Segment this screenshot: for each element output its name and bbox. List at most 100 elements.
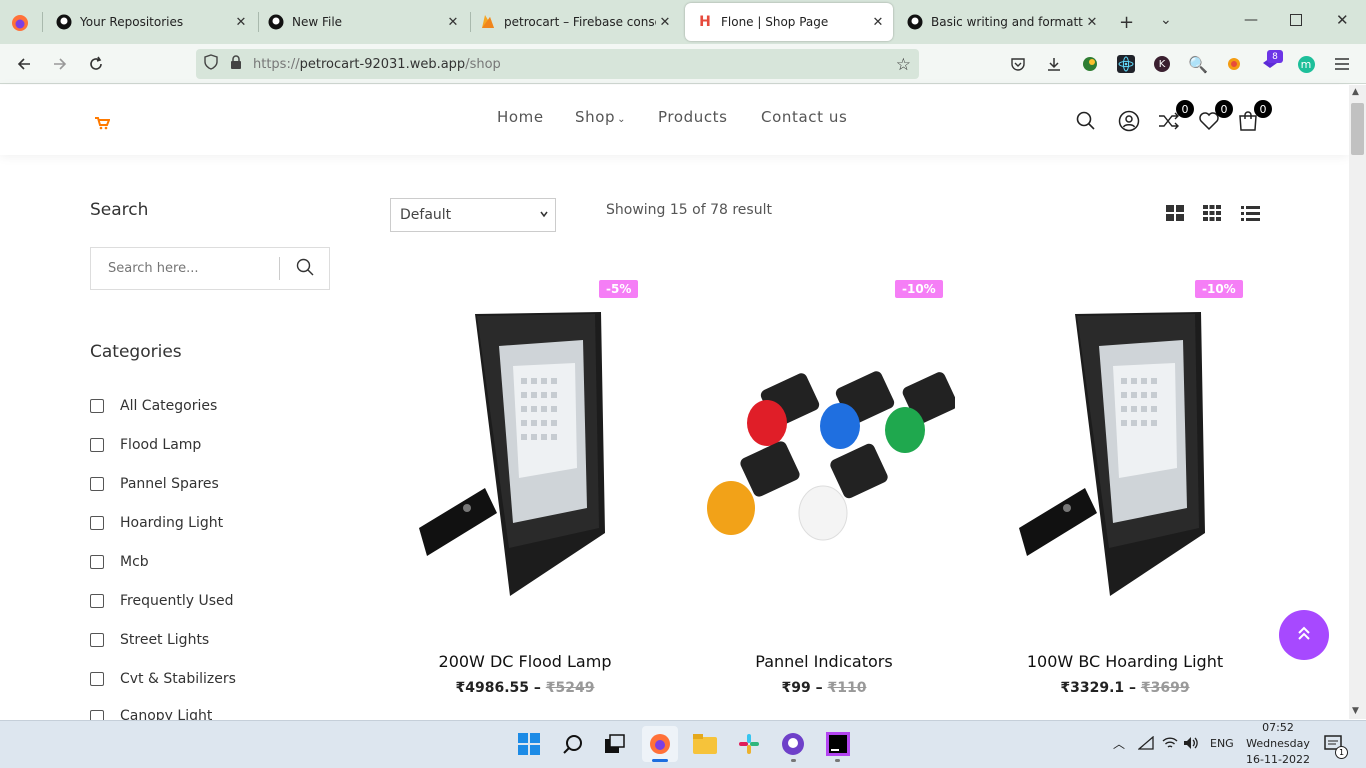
pocket-icon[interactable] [1006,52,1030,76]
file-explorer-icon[interactable] [687,726,723,762]
product-card[interactable]: -10% 100W BC Hoarding Light ₹3329.1 – ₹3… [990,268,1260,708]
sort-select[interactable]: Default [390,198,556,232]
page-scrollbar[interactable] [1349,85,1366,719]
category-item[interactable]: Hoarding Light [90,512,223,534]
tab-basic-writing[interactable]: Basic writing and formatting ✕ [895,4,1107,40]
product-name[interactable]: 100W BC Hoarding Light [975,652,1275,671]
network-icon[interactable] [1137,735,1154,753]
magnifier-extension-icon[interactable]: 🔍 [1186,52,1210,76]
firefox-menu-icon[interactable] [10,13,30,33]
search-submit-icon[interactable] [296,258,314,280]
hoarding-light-image[interactable] [1015,308,1215,602]
nav-shop[interactable]: Shop ⌄ [575,108,626,126]
close-tab-icon[interactable]: ✕ [232,15,250,30]
extension-globe-icon[interactable] [1078,52,1102,76]
category-checkbox[interactable] [90,438,104,452]
close-tab-icon[interactable]: ✕ [869,15,887,30]
category-checkbox[interactable] [90,594,104,608]
bookmark-star-icon[interactable]: ☆ [896,55,911,75]
react-devtools-icon[interactable] [1114,52,1138,76]
category-item[interactable]: Cvt & Stabilizers [90,668,236,690]
flood-lamp-image[interactable] [415,308,615,602]
language-indicator[interactable]: ENG [1210,737,1234,750]
list-view-icon[interactable] [1241,206,1260,225]
back-icon[interactable] [12,52,36,76]
site-logo-cart-icon[interactable] [94,115,111,134]
product-name[interactable]: 200W DC Flood Lamp [375,652,675,671]
tab-your-repositories[interactable]: Your Repositories ✕ [44,4,256,40]
categories-title: Categories [90,342,182,362]
phpstorm-icon[interactable] [820,726,856,762]
taskbar-search-icon[interactable] [555,726,591,762]
product-card[interactable]: -5% 200W DC Flood Lamp ₹4986.55 – ₹5249 [390,268,660,708]
category-item[interactable]: Mcb [90,551,149,573]
category-item[interactable]: Pannel Spares [90,473,219,495]
volume-icon[interactable] [1183,736,1199,753]
list-tabs-icon[interactable]: ⌄ [1160,12,1172,28]
nav-home[interactable]: Home [497,108,544,126]
task-view-icon[interactable] [597,726,633,762]
category-checkbox[interactable] [90,516,104,530]
lock-icon[interactable] [230,54,244,74]
category-checkbox[interactable] [90,555,104,569]
category-item[interactable]: Canopy Light [90,706,212,720]
tab-flone-shop[interactable]: H Flone | Shop Page ✕ [685,3,893,41]
category-item[interactable]: Street Lights [90,629,209,651]
github-desktop-icon[interactable] [775,726,811,762]
tab-new-file[interactable]: New File ✕ [256,4,468,40]
active-app-indicator [652,759,668,762]
hamburger-menu-icon[interactable] [1330,52,1354,76]
windows-start-icon[interactable] [511,726,547,762]
scrollbar-thumb[interactable] [1351,103,1364,155]
m-extension-icon[interactable]: m [1294,52,1318,76]
downloads-icon[interactable] [1042,52,1066,76]
category-item[interactable]: All Categories [90,395,217,417]
forward-icon[interactable] [48,52,72,76]
tab-firebase-console[interactable]: petrocart – Firebase console ✕ [468,4,680,40]
url-text[interactable]: https://petrocart-92031.web.app/shop [253,57,501,72]
slack-icon[interactable] [731,726,767,762]
clock-day: Wednesday [1246,737,1310,750]
category-checkbox[interactable] [90,710,104,720]
nav-contact[interactable]: Contact us [761,108,847,126]
k-extension-icon[interactable]: K [1150,52,1174,76]
product-card[interactable]: -10% Pannel Indicators ₹99 – ₹110 [690,268,960,708]
colorful-extension-icon[interactable] [1222,52,1246,76]
shield-icon[interactable] [204,54,218,74]
scroll-down-arrow-icon[interactable]: ▼ [1352,706,1359,716]
window-close-icon[interactable]: ✕ [1336,11,1349,29]
category-checkbox[interactable] [90,399,104,413]
search-icon[interactable] [1074,110,1098,132]
grid-3col-icon[interactable] [1203,205,1221,225]
clock-date: 16-11-2022 [1246,753,1310,766]
search-input[interactable] [91,248,279,289]
grid-2col-icon[interactable] [1166,205,1184,225]
firefox-taskbar-icon[interactable] [642,726,678,762]
url-scheme: https:// [253,56,300,72]
category-checkbox[interactable] [90,672,104,686]
reload-icon[interactable] [84,52,108,76]
tab-title: Basic writing and formatting [931,15,1083,29]
tray-chevron-up-icon[interactable]: ︿ [1113,735,1125,752]
wifi-icon[interactable] [1162,736,1178,753]
category-checkbox[interactable] [90,633,104,647]
close-tab-icon[interactable]: ✕ [444,15,462,30]
category-item[interactable]: Frequently Used [90,590,234,612]
address-bar[interactable]: https://petrocart-92031.web.app/shop ☆ [196,49,919,79]
clock[interactable]: 07:52 Wednesday 16-11-2022 [1246,720,1310,768]
close-tab-icon[interactable]: ✕ [656,15,674,30]
scroll-to-top-button[interactable] [1279,610,1329,660]
category-label: Hoarding Light [120,515,224,531]
panel-indicators-image[interactable] [695,368,958,562]
close-tab-icon[interactable]: ✕ [1083,15,1101,30]
category-checkbox[interactable] [90,477,104,491]
scroll-up-arrow-icon[interactable]: ▲ [1352,87,1359,97]
github-icon [268,14,284,30]
account-icon[interactable] [1117,110,1141,132]
minimize-icon[interactable]: — [1244,12,1258,28]
restore-icon[interactable] [1290,14,1302,26]
nav-products[interactable]: Products [658,108,728,126]
product-name[interactable]: Pannel Indicators [674,652,974,671]
new-tab-icon[interactable]: + [1119,12,1134,33]
category-item[interactable]: Flood Lamp [90,434,201,456]
